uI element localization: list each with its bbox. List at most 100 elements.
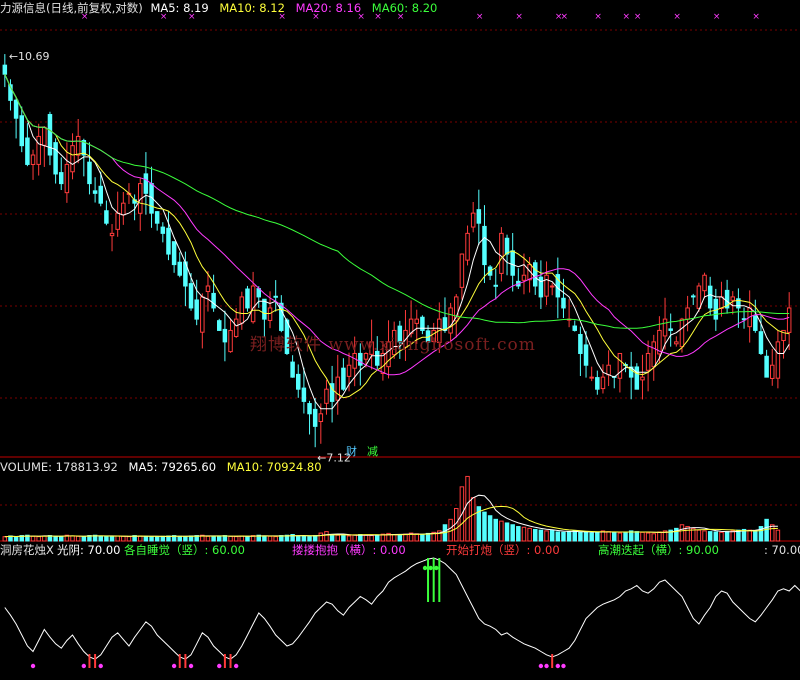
volume-bar: [724, 531, 730, 542]
volume-bar: [572, 530, 577, 542]
candle-body: [459, 253, 465, 288]
volume-bar: [391, 534, 397, 542]
volume-bar: [634, 531, 640, 542]
candle-body: [121, 202, 126, 216]
volume-bar: [267, 535, 273, 542]
ma20-label: MA20: 8.16: [295, 1, 362, 15]
candle-body: [36, 135, 41, 165]
volume-bar: [544, 530, 549, 542]
candle-body: [674, 341, 679, 345]
candle-body: [730, 296, 735, 301]
candle-body: [13, 99, 19, 119]
candle-body: [115, 212, 120, 230]
volume-bar: [640, 531, 645, 542]
candle-body: [753, 315, 758, 331]
candle-body: [70, 145, 75, 173]
candle-body: [617, 352, 623, 379]
candle-body: [578, 333, 583, 354]
volume-bar: [75, 535, 81, 542]
candle-body: [719, 296, 724, 310]
volume-bar: [538, 529, 544, 542]
candle-body: [98, 185, 103, 204]
volume-bar: [583, 531, 589, 542]
candle-body: [75, 135, 81, 156]
candle-body: [312, 408, 318, 427]
gezi-label: 各自睡觉（竖）: 60.00: [124, 543, 245, 557]
guangyin-label: 光阴: 70.00: [57, 543, 121, 557]
candle-body: [222, 328, 228, 343]
volume-bar: [420, 534, 425, 542]
volume-bar: [109, 536, 115, 542]
volume-bar: [346, 535, 352, 542]
candle-body: [414, 318, 419, 324]
volume-bar: [59, 536, 64, 542]
volume-bar: [104, 535, 109, 542]
volume-bar: [589, 532, 594, 542]
candle-body: [668, 328, 673, 331]
candle-body: [279, 302, 284, 331]
candle-body: [499, 232, 504, 274]
candle-body: [651, 341, 656, 368]
volume-bar: [595, 531, 600, 542]
volume-bar: [566, 531, 572, 542]
candle-body: [171, 241, 177, 266]
ma10-label: MA10: 8.12: [219, 1, 285, 15]
volume-bar: [403, 533, 408, 542]
candle-body: [764, 355, 769, 378]
candle-body: [47, 114, 53, 156]
volume-bar: [719, 531, 724, 542]
volume-bar: [679, 524, 685, 542]
candle-body: [324, 388, 329, 404]
candle-body: [702, 274, 707, 292]
volume-bar: [397, 534, 403, 542]
candle-body: [211, 292, 216, 309]
candle-body: [346, 364, 352, 377]
volume-bar: [561, 531, 566, 542]
candle-body: [19, 115, 24, 147]
volume-bar: [301, 535, 307, 542]
loulou-signal: [544, 663, 549, 669]
volume-bar: [527, 527, 532, 542]
volume-bar: [36, 536, 41, 542]
volume-bar: [143, 535, 149, 542]
candle-body: [267, 307, 273, 321]
signal-marker: ×: [594, 12, 602, 22]
candle-body: [691, 295, 696, 298]
volume-bar: [617, 532, 623, 542]
volume-bar: [126, 536, 132, 542]
candle-body: [510, 250, 515, 276]
volume-bar: [645, 532, 651, 542]
volume-bar: [499, 520, 504, 542]
candle-body: [634, 366, 640, 390]
candle-body: [696, 285, 702, 309]
volume-bar: [138, 535, 143, 542]
indicator-line: [4, 557, 800, 660]
volume-bar: [239, 535, 245, 542]
candle-body: [685, 307, 690, 320]
volume-bar: [707, 531, 713, 542]
high-price-label: ←10.69: [9, 50, 50, 63]
candle-body: [758, 331, 764, 354]
volume-bar: [713, 531, 719, 542]
volume-bar: [363, 534, 369, 542]
candle-body: [87, 161, 92, 185]
gaochao-label: 高潮迭起（横）: 90.00: [598, 543, 719, 557]
candle-body: [786, 307, 792, 333]
gaochao-signal: [422, 565, 428, 571]
candle-body: [205, 285, 211, 293]
candle-body: [352, 352, 357, 369]
vol-ma5-label: MA5: 79265.60: [128, 460, 217, 474]
volume-bar: [352, 534, 357, 542]
chart-title: 力源信息(日线,前复权,对数): [0, 1, 143, 15]
volume-bar: [764, 518, 769, 542]
candle-body: [188, 283, 194, 309]
candle-body: [25, 137, 30, 165]
kaishi-label: 开始打炮（竖）: 0.00: [446, 543, 560, 557]
candle-body: [679, 318, 685, 348]
candle-body: [42, 126, 47, 146]
volume-bar: [177, 535, 182, 542]
volume-bar: [121, 535, 126, 542]
candle-body: [504, 237, 510, 255]
volume-bar: [549, 529, 555, 542]
candle-body: [600, 376, 606, 390]
